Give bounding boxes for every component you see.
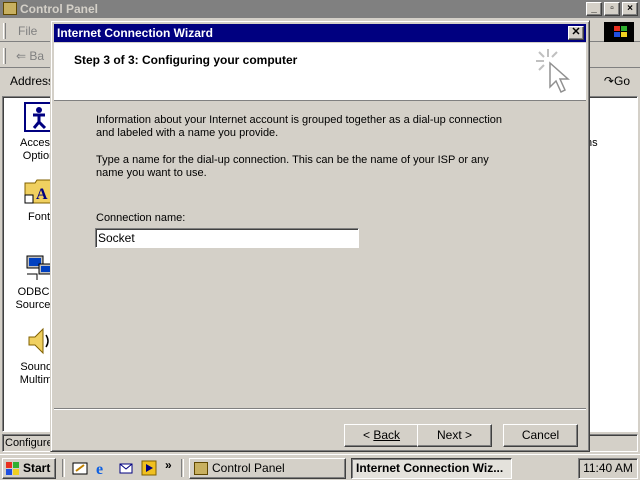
next-button[interactable]: Next > bbox=[417, 424, 492, 447]
address-label: Address bbox=[10, 74, 55, 88]
next-button-label: Next > bbox=[436, 428, 472, 442]
wizard-step-title: Step 3 of 3: Configuring your computer bbox=[74, 53, 298, 67]
svg-text:A: A bbox=[36, 186, 48, 203]
connection-name-input[interactable] bbox=[95, 228, 359, 248]
control-panel-title: Control Panel bbox=[20, 2, 99, 16]
sparkle-cursor-icon bbox=[534, 47, 574, 97]
task-control-panel[interactable]: Control Panel bbox=[189, 458, 346, 479]
wizard-description-1: Information about your Internet account … bbox=[96, 114, 503, 139]
restore-button[interactable]: ▫ bbox=[604, 2, 620, 16]
windows-flag-icon bbox=[6, 462, 20, 475]
media-player-icon[interactable] bbox=[141, 460, 157, 476]
internet-explorer-icon[interactable]: e bbox=[95, 460, 111, 478]
menubar-grip bbox=[3, 23, 6, 39]
wizard-titlebar: Internet Connection Wizard ✕ bbox=[54, 24, 586, 42]
internet-connection-wizard: Internet Connection Wizard ✕ Step 3 of 3… bbox=[50, 20, 590, 452]
go-button[interactable]: ↷Go bbox=[604, 74, 630, 88]
control-panel-task-icon bbox=[194, 462, 208, 475]
windows-logo-icon bbox=[604, 22, 634, 42]
menu-file[interactable]: File bbox=[18, 24, 37, 38]
system-tray-clock[interactable]: 11:40 AM bbox=[578, 458, 638, 479]
task-control-panel-label: Control Panel bbox=[212, 461, 285, 475]
wizard-separator bbox=[54, 408, 586, 410]
back-nav-button[interactable]: ⇐ Ba bbox=[16, 49, 44, 63]
status-text: Configure bbox=[5, 437, 53, 449]
taskbar: Start e » Control Panel Internet Connect… bbox=[0, 454, 640, 480]
wizard-header: Step 3 of 3: Configuring your computer bbox=[54, 43, 586, 101]
outlook-express-icon[interactable] bbox=[118, 460, 134, 476]
toolbar-grip bbox=[3, 48, 6, 64]
start-button[interactable]: Start bbox=[2, 458, 56, 479]
wizard-description-2: Type a name for the dial-up connection. … bbox=[96, 154, 489, 179]
cancel-button-label: Cancel bbox=[521, 428, 560, 442]
task-wizard-label: Internet Connection Wiz... bbox=[356, 461, 504, 475]
back-button[interactable]: < Back bbox=[344, 424, 419, 447]
task-internet-wizard[interactable]: Internet Connection Wiz... bbox=[351, 458, 512, 479]
close-icon: ✕ bbox=[571, 26, 581, 38]
minimize-button[interactable]: _ bbox=[586, 2, 602, 16]
svg-text:e: e bbox=[96, 461, 103, 476]
wizard-title: Internet Connection Wizard bbox=[57, 26, 213, 40]
start-label: Start bbox=[23, 461, 51, 475]
go-label: Go bbox=[613, 74, 630, 88]
control-panel-icon bbox=[3, 2, 17, 15]
wizard-close-button[interactable]: ✕ bbox=[568, 26, 584, 40]
taskbar-divider-2 bbox=[181, 459, 184, 477]
control-panel-titlebar: Control Panel _ ▫ × bbox=[0, 0, 640, 18]
connection-name-label: Connection name: bbox=[96, 212, 186, 224]
cancel-button[interactable]: Cancel bbox=[503, 424, 578, 447]
item-fonts-label: Font bbox=[27, 211, 50, 223]
back-arrow-icon: ⇐ bbox=[16, 49, 27, 63]
back-nav-label: Ba bbox=[29, 49, 45, 63]
quicklaunch-chevron[interactable]: » bbox=[165, 458, 172, 472]
show-desktop-icon[interactable] bbox=[72, 460, 88, 476]
go-arrow-icon: ↷ bbox=[603, 74, 614, 88]
back-button-label: Back bbox=[373, 428, 401, 442]
clock-text: 11:40 AM bbox=[583, 461, 633, 475]
taskbar-divider bbox=[62, 459, 65, 477]
close-button[interactable]: × bbox=[622, 2, 638, 16]
